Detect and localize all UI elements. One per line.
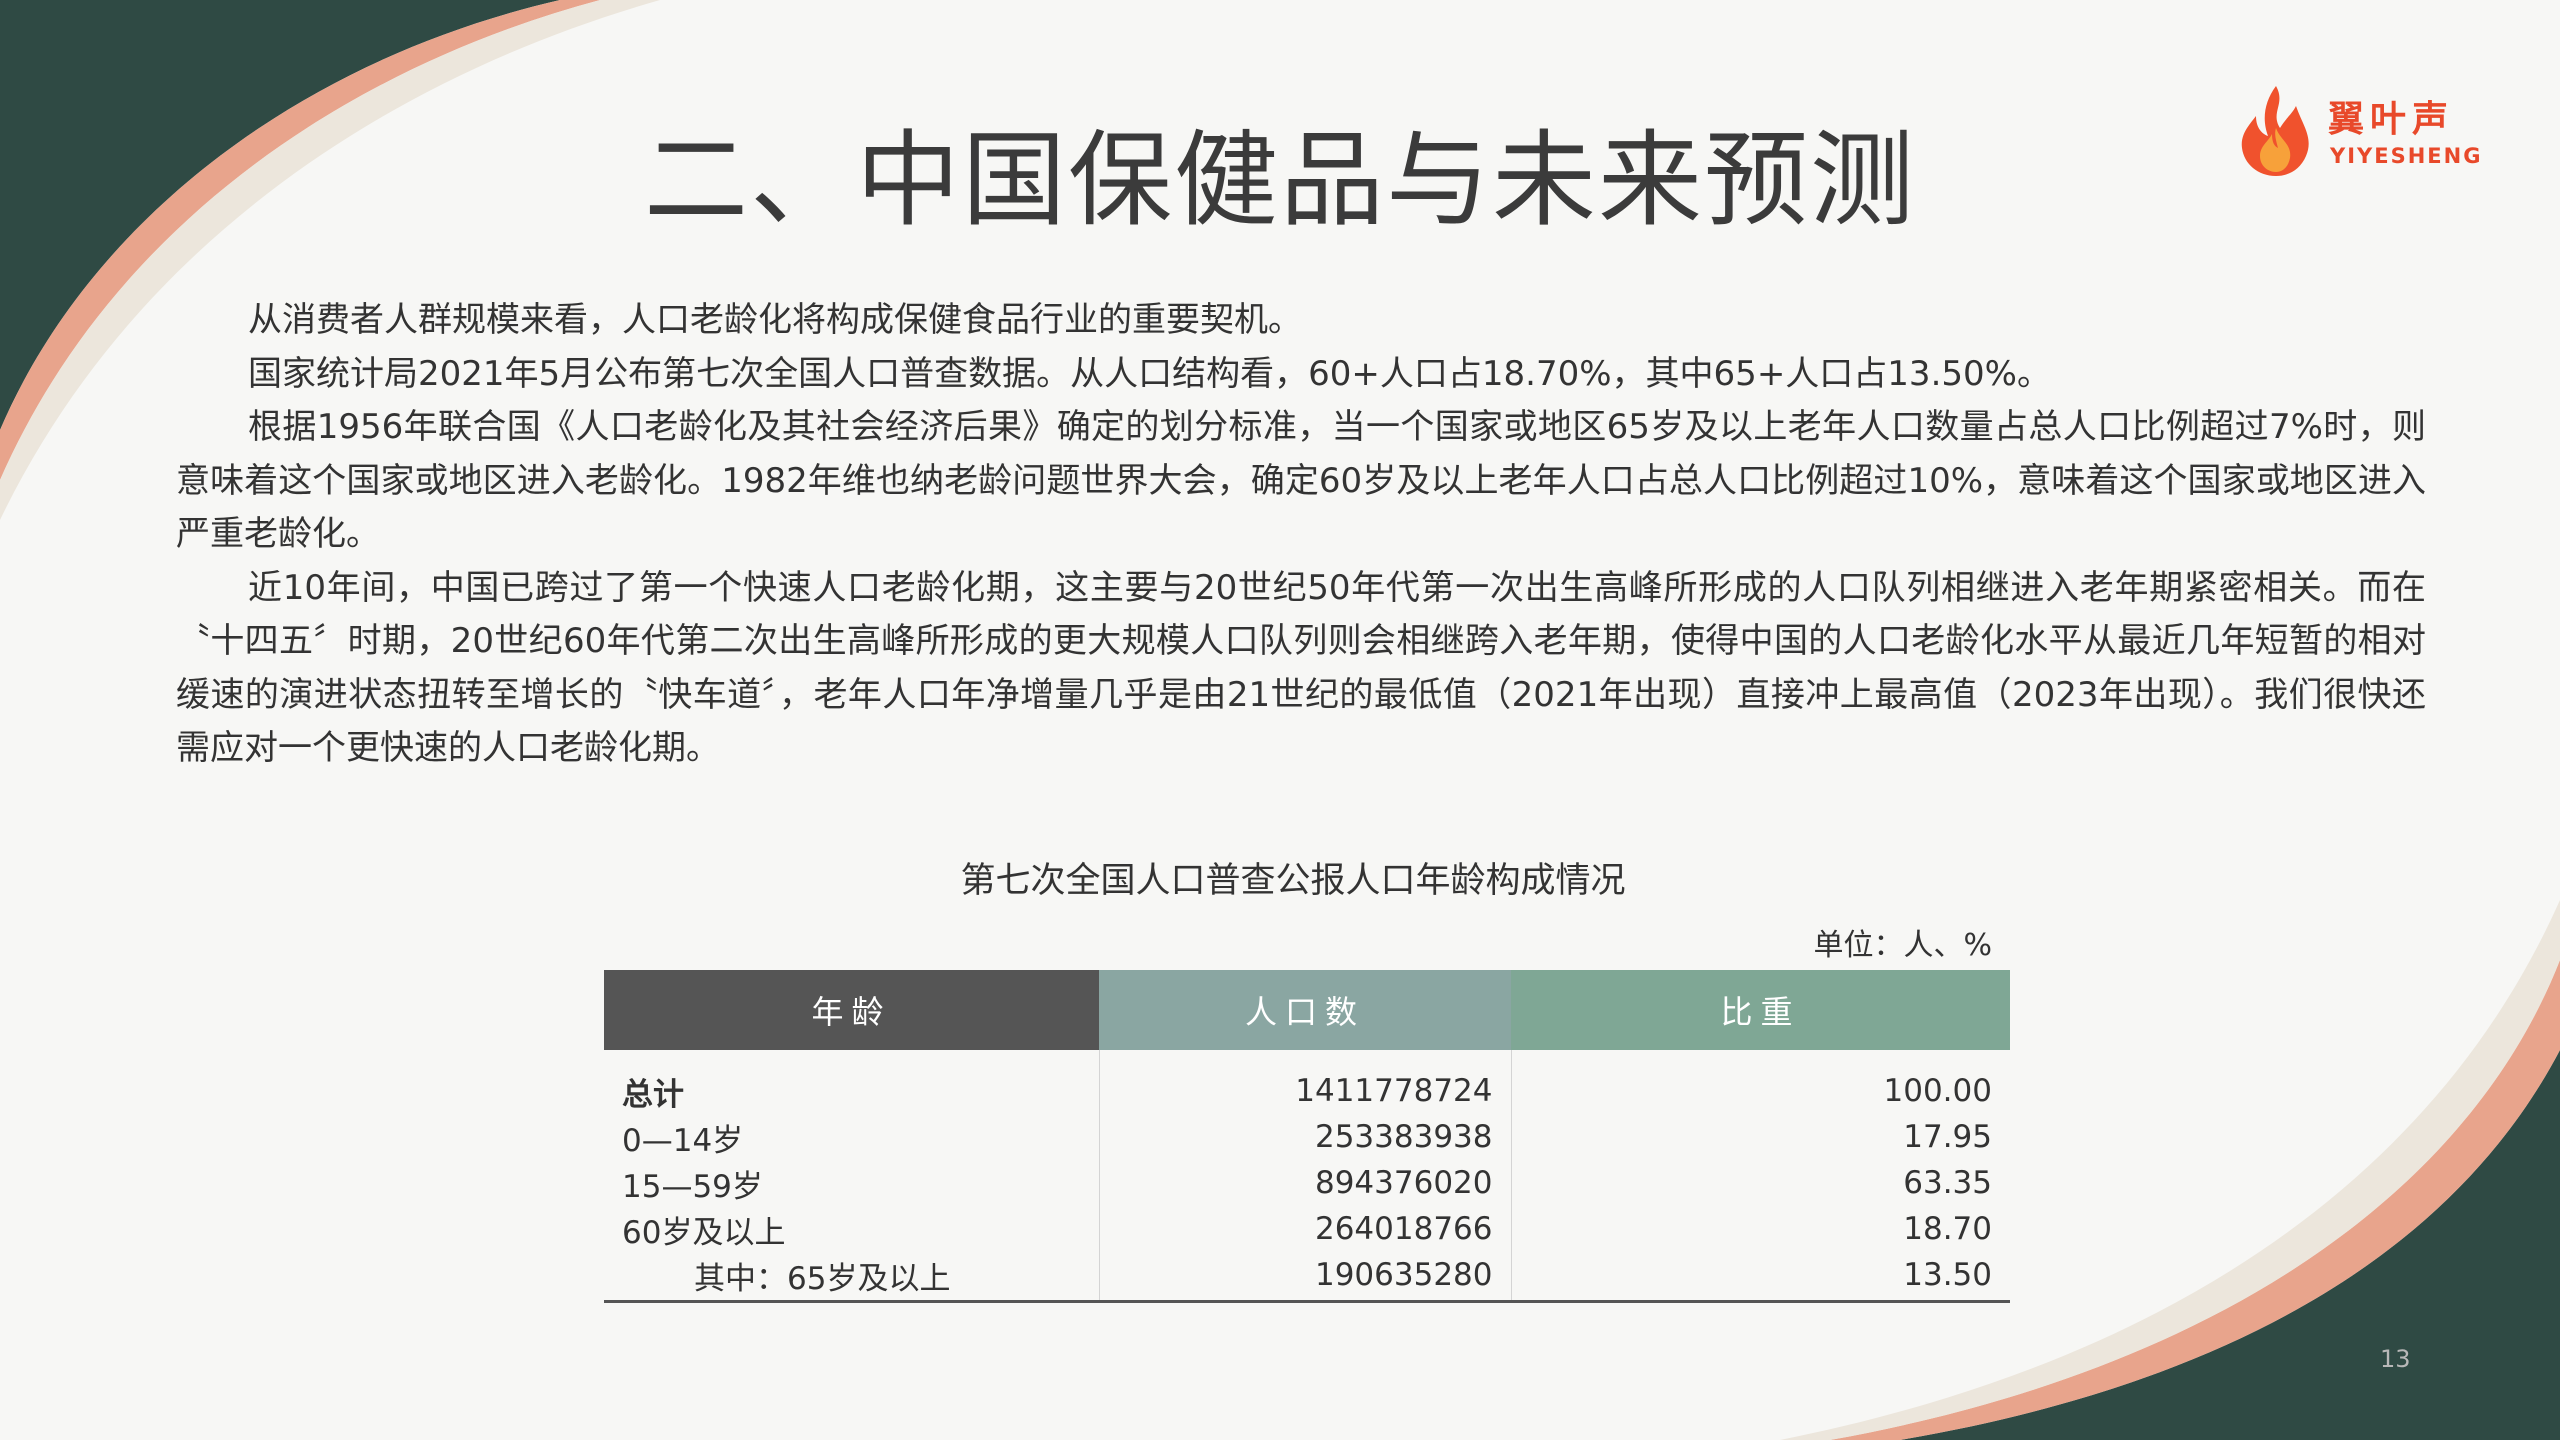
paragraph: 近10年间，中国已跨过了第一个快速人口老龄化期，这主要与20世纪50年代第一次出…	[176, 567, 2426, 769]
row-count: 264018766	[1098, 1206, 1512, 1252]
table-row: 0—14岁 253383938 17.95	[604, 1114, 2010, 1160]
table-row: 15—59岁 894376020 63.35	[604, 1160, 2010, 1206]
row-count: 190635280	[1098, 1252, 1512, 1303]
row-label: 其中：65岁及以上	[604, 1252, 1099, 1303]
row-count: 1411778724	[1098, 1050, 1512, 1114]
row-label: 0—14岁	[622, 1122, 744, 1159]
table-row: 60岁及以上 264018766 18.70	[604, 1206, 2010, 1252]
table-unit: 单位：人、%	[1813, 928, 1992, 963]
brand-logo: 翼叶声 YIYESHENG	[2236, 82, 2480, 182]
row-share: 63.35	[1903, 1165, 1992, 1201]
header-count: 人口数	[1099, 970, 1511, 1050]
row-share: 100.00	[1883, 1073, 1992, 1109]
flame-logo-icon	[2241, 86, 2309, 176]
row-count: 253383938	[1098, 1114, 1512, 1160]
population-table: 年龄 人口数 比重 总计 1411778724 100.00 0—14岁 253…	[604, 970, 2010, 1303]
row-count: 894376020	[1098, 1160, 1512, 1206]
page-title: 二、中国保健品与未来预测	[643, 119, 1916, 241]
table-header-row: 年龄 人口数 比重	[604, 970, 2010, 1050]
paragraph: 国家统计局2021年5月公布第七次全国人口普查数据。从人口结构看，60+人口占1…	[248, 353, 2051, 394]
row-label: 15—59岁	[622, 1168, 763, 1205]
row-label: 60岁及以上	[622, 1214, 786, 1251]
header-age: 年龄	[604, 970, 1099, 1050]
row-label: 总计	[622, 1076, 684, 1113]
body-text: 从消费者人群规模来看，人口老龄化将构成保健食品行业的重要契机。 国家统计局202…	[176, 294, 2426, 776]
table-caption: 第七次全国人口普查公报人口年龄构成情况	[960, 861, 1626, 901]
logo-text-en: YIYESHENG	[2330, 144, 2483, 168]
page-number: 13	[2380, 1345, 2411, 1373]
paragraph: 根据1956年联合国《人口老龄化及其社会经济后果》确定的划分标准，当一个国家或地…	[176, 407, 2426, 554]
row-share: 17.95	[1903, 1119, 1992, 1155]
table-row: 其中：65岁及以上 190635280 13.50	[604, 1252, 2010, 1303]
table-row: 总计 1411778724 100.00	[604, 1050, 2010, 1114]
slide: 二、中国保健品与未来预测 翼叶声 YIYESHENG 从消费者人群规模来看，人口…	[0, 0, 2560, 1440]
row-share: 18.70	[1903, 1211, 1992, 1247]
row-share: 13.50	[1511, 1252, 2010, 1303]
header-share: 比重	[1511, 970, 2010, 1050]
logo-text-cn: 翼叶声	[2328, 99, 2455, 140]
paragraph: 从消费者人群规模来看，人口老龄化将构成保健食品行业的重要契机。	[248, 300, 1302, 340]
